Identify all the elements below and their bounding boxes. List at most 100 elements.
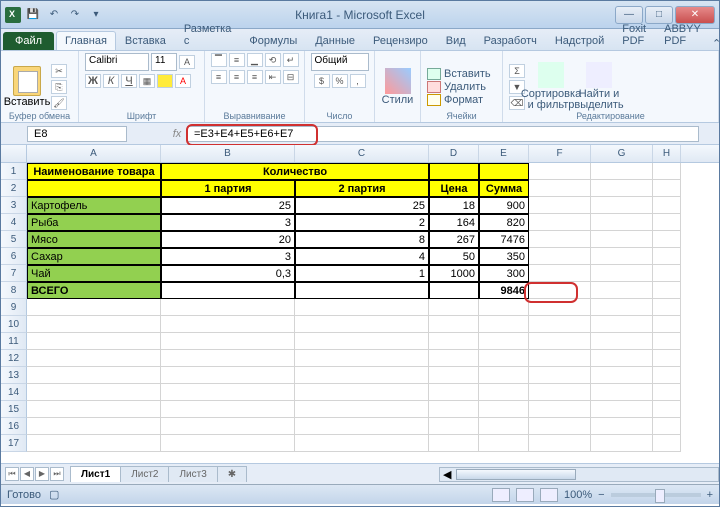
cell[interactable] bbox=[591, 316, 653, 333]
cell[interactable]: 267 bbox=[429, 231, 479, 248]
tab-data[interactable]: Данные bbox=[306, 31, 364, 50]
insert-cells-button[interactable]: Вставить bbox=[427, 68, 491, 80]
row-header[interactable]: 11 bbox=[1, 333, 27, 350]
cell[interactable] bbox=[295, 367, 429, 384]
cell[interactable] bbox=[591, 350, 653, 367]
cell[interactable] bbox=[27, 401, 161, 418]
cell[interactable]: Цена bbox=[429, 180, 479, 197]
cell[interactable] bbox=[591, 180, 653, 197]
cell-sum[interactable]: 9846 bbox=[479, 282, 529, 299]
cell[interactable] bbox=[161, 435, 295, 452]
cell[interactable]: 1 партия bbox=[161, 180, 295, 197]
number-format-select[interactable]: Общий bbox=[311, 53, 369, 71]
cell[interactable] bbox=[429, 435, 479, 452]
macro-record-icon[interactable]: ▢ bbox=[49, 488, 59, 501]
row-header[interactable]: 1 bbox=[1, 163, 27, 180]
row-header[interactable]: 5 bbox=[1, 231, 27, 248]
cell[interactable]: 25 bbox=[295, 197, 429, 214]
row-header[interactable]: 13 bbox=[1, 367, 27, 384]
cell[interactable]: 350 bbox=[479, 248, 529, 265]
cell[interactable] bbox=[27, 435, 161, 452]
cell[interactable] bbox=[529, 384, 591, 401]
cell[interactable] bbox=[27, 384, 161, 401]
cell[interactable] bbox=[295, 333, 429, 350]
col-header-a[interactable]: A bbox=[27, 145, 161, 162]
cell[interactable] bbox=[161, 401, 295, 418]
cell[interactable] bbox=[653, 180, 681, 197]
cell[interactable] bbox=[653, 384, 681, 401]
cell[interactable] bbox=[161, 282, 295, 299]
cell[interactable] bbox=[591, 163, 653, 180]
sheet-nav-first-icon[interactable]: ⏮ bbox=[5, 467, 19, 481]
cell[interactable] bbox=[529, 333, 591, 350]
cell[interactable] bbox=[591, 367, 653, 384]
cell[interactable] bbox=[591, 299, 653, 316]
cell[interactable] bbox=[161, 350, 295, 367]
cell[interactable] bbox=[529, 350, 591, 367]
tab-abbyy[interactable]: ABBYY PDF bbox=[655, 19, 710, 50]
row-header[interactable]: 8 bbox=[1, 282, 27, 299]
tab-foxit[interactable]: Foxit PDF bbox=[613, 19, 655, 50]
cell[interactable]: Рыба bbox=[27, 214, 161, 231]
cell[interactable] bbox=[591, 384, 653, 401]
col-header-h[interactable]: H bbox=[653, 145, 681, 162]
sheet-tab-3[interactable]: Лист3 bbox=[168, 466, 217, 482]
cell[interactable] bbox=[529, 435, 591, 452]
sheet-nav-prev-icon[interactable]: ◀ bbox=[20, 467, 34, 481]
cell[interactable] bbox=[429, 333, 479, 350]
cell[interactable] bbox=[529, 401, 591, 418]
tab-developer[interactable]: Разработч bbox=[475, 31, 546, 50]
cell[interactable] bbox=[479, 401, 529, 418]
cell[interactable] bbox=[653, 367, 681, 384]
cell[interactable] bbox=[529, 282, 591, 299]
cell[interactable] bbox=[653, 435, 681, 452]
cell[interactable] bbox=[653, 265, 681, 282]
cell[interactable] bbox=[479, 299, 529, 316]
cell[interactable]: 0,3 bbox=[161, 265, 295, 282]
zoom-slider[interactable] bbox=[611, 493, 701, 497]
cell[interactable] bbox=[529, 248, 591, 265]
redo-icon[interactable]: ↷ bbox=[66, 6, 84, 24]
cell[interactable] bbox=[295, 384, 429, 401]
cell[interactable] bbox=[529, 418, 591, 435]
cell[interactable] bbox=[295, 316, 429, 333]
col-header-e[interactable]: E bbox=[479, 145, 529, 162]
col-header-b[interactable]: B bbox=[161, 145, 295, 162]
cell[interactable] bbox=[27, 350, 161, 367]
cell[interactable] bbox=[653, 282, 681, 299]
cell[interactable]: 3 bbox=[161, 214, 295, 231]
tab-formulas[interactable]: Формулы bbox=[240, 31, 306, 50]
align-center-icon[interactable]: ≡ bbox=[229, 70, 245, 84]
cell[interactable] bbox=[591, 248, 653, 265]
col-header-f[interactable]: F bbox=[529, 145, 591, 162]
cell[interactable] bbox=[653, 163, 681, 180]
cell[interactable] bbox=[161, 316, 295, 333]
cell[interactable]: 7476 bbox=[479, 231, 529, 248]
cell[interactable]: 900 bbox=[479, 197, 529, 214]
view-normal-icon[interactable] bbox=[492, 488, 510, 502]
wrap-text-icon[interactable]: ↵ bbox=[283, 53, 299, 67]
row-header[interactable]: 3 bbox=[1, 197, 27, 214]
cell[interactable] bbox=[529, 197, 591, 214]
font-name-select[interactable]: Calibri bbox=[85, 53, 149, 71]
cell[interactable] bbox=[653, 214, 681, 231]
sheet-tab-2[interactable]: Лист2 bbox=[120, 466, 169, 482]
tab-file[interactable]: Файл bbox=[3, 32, 54, 50]
cell[interactable] bbox=[295, 282, 429, 299]
cell[interactable]: Чай bbox=[27, 265, 161, 282]
cell[interactable] bbox=[27, 180, 161, 197]
cell[interactable] bbox=[591, 282, 653, 299]
tab-layout[interactable]: Разметка с bbox=[175, 19, 241, 50]
row-header[interactable]: 15 bbox=[1, 401, 27, 418]
cell[interactable] bbox=[591, 197, 653, 214]
cell[interactable] bbox=[295, 401, 429, 418]
cell[interactable] bbox=[653, 299, 681, 316]
tab-addins[interactable]: Надстрой bbox=[546, 31, 613, 50]
row-header[interactable]: 14 bbox=[1, 384, 27, 401]
qat-dropdown-icon[interactable]: ▾ bbox=[87, 6, 105, 24]
cell[interactable] bbox=[429, 418, 479, 435]
cell[interactable] bbox=[529, 231, 591, 248]
align-left-icon[interactable]: ≡ bbox=[211, 70, 227, 84]
name-box[interactable]: E8 bbox=[27, 126, 127, 142]
cell[interactable]: 4 bbox=[295, 248, 429, 265]
